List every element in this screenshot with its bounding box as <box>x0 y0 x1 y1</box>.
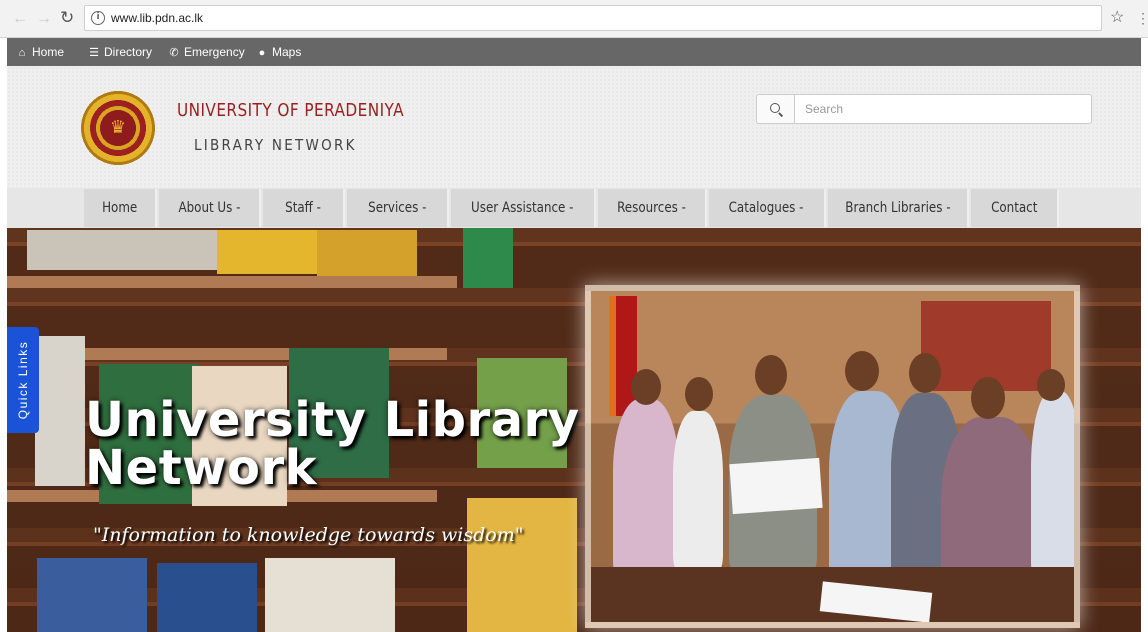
person-head <box>909 353 941 393</box>
hero-photo <box>585 285 1080 628</box>
directory-icon: ☰ <box>89 47 99 59</box>
shelf <box>7 276 457 288</box>
nav-staff-label: Staff - <box>285 200 321 216</box>
address-bar[interactable]: i www.lib.pdn.ac.lk <box>84 5 1102 31</box>
nav-catalogues-label: Catalogues - <box>729 200 804 216</box>
hero-title: University Library Network <box>85 396 580 492</box>
search-icon <box>770 103 780 113</box>
book-cover <box>467 498 577 632</box>
person-head <box>685 377 713 411</box>
person-head <box>631 369 661 405</box>
person-head <box>755 355 787 395</box>
university-name[interactable]: UNIVERSITY OF PERADENIYA <box>177 100 404 121</box>
site-header: ♛ UNIVERSITY OF PERADENIYA LIBRARY NETWO… <box>7 66 1141 188</box>
nav-user-assistance-label: User Assistance - <box>471 200 574 216</box>
browser-toolbar: ← → ↻ i www.lib.pdn.ac.lk ☆ ⋮ <box>0 0 1148 38</box>
nav-contact[interactable]: Contact <box>971 189 1059 227</box>
utility-emergency-link[interactable]: ✆ Emergency <box>167 43 245 61</box>
utility-home-label: Home <box>32 45 65 59</box>
library-network-subtitle: LIBRARY NETWORK <box>194 136 357 154</box>
nav-resources-label: Resources - <box>617 200 686 216</box>
nav-contact-label: Contact <box>990 200 1038 216</box>
nav-resources[interactable]: Resources - <box>598 189 707 227</box>
nav-about-us-label: About Us - <box>178 200 240 216</box>
search-button[interactable] <box>756 94 794 124</box>
book-cover <box>463 228 513 288</box>
hero-title-line1: University Library <box>85 392 580 448</box>
hero-tagline: "Information to knowledge towards wisdom… <box>93 524 524 546</box>
nav-services[interactable]: Services - <box>347 189 449 227</box>
back-arrow-icon[interactable]: ← <box>12 9 28 29</box>
url-text[interactable]: www.lib.pdn.ac.lk <box>111 11 203 25</box>
quick-links-tab[interactable]: Quick Links <box>7 327 39 433</box>
reload-icon[interactable]: ↻ <box>60 8 74 28</box>
hero-banner: University Library Network "Information … <box>7 228 1141 632</box>
nav-branch-libraries[interactable]: Branch Libraries - <box>828 189 969 227</box>
utility-home-link[interactable]: ⌂ Home <box>15 43 64 61</box>
book-cover <box>265 558 395 632</box>
home-icon: ⌂ <box>18 47 26 59</box>
person-head <box>971 377 1005 419</box>
book-cover <box>317 230 417 276</box>
main-nav: Home About Us - Staff - Services - User … <box>7 188 1141 228</box>
book-cover <box>35 336 85 486</box>
utility-directory-label: Directory <box>104 45 153 59</box>
book-cover <box>217 230 327 274</box>
nav-catalogues[interactable]: Catalogues - <box>709 189 826 227</box>
forward-arrow-icon[interactable]: → <box>36 9 52 29</box>
book-cover <box>157 563 257 632</box>
nav-user-assistance[interactable]: User Assistance - <box>451 189 596 227</box>
person <box>1031 391 1074 581</box>
utility-maps-link[interactable]: ● Maps <box>255 43 302 61</box>
nav-home[interactable]: Home <box>84 189 157 227</box>
utility-directory-link[interactable]: ☰ Directory <box>87 43 152 61</box>
lion-crest-icon: ♛ <box>109 117 127 138</box>
person-head <box>1037 369 1065 401</box>
info-icon[interactable]: i <box>91 11 105 25</box>
nav-services-label: Services - <box>367 200 427 216</box>
certificate-document <box>729 457 823 515</box>
person-head <box>845 351 879 391</box>
nav-staff[interactable]: Staff - <box>263 189 345 227</box>
nav-branch-libraries-label: Branch Libraries - <box>844 200 951 216</box>
utility-maps-label: Maps <box>272 45 302 59</box>
menu-dots-icon[interactable]: ⋮ <box>1136 9 1148 27</box>
person <box>613 399 679 579</box>
star-icon[interactable]: ☆ <box>1110 9 1124 27</box>
nav-about-us[interactable]: About Us - <box>159 189 261 227</box>
utility-emergency-label: Emergency <box>184 45 245 59</box>
quick-links-label: Quick Links <box>16 340 30 420</box>
nav-home-label: Home <box>101 200 138 216</box>
utility-bar: ⌂ Home ☰ Directory ✆ Emergency ● Maps <box>7 38 1141 66</box>
person <box>673 411 723 571</box>
phone-icon: ✆ <box>169 47 179 59</box>
university-logo[interactable]: ♛ <box>81 88 155 168</box>
flag-image <box>609 296 637 416</box>
book-cover <box>37 558 147 632</box>
map-marker-icon: ● <box>258 47 266 59</box>
hero-title-line2: Network <box>85 440 318 496</box>
book-cover <box>27 230 227 270</box>
search-input[interactable] <box>794 94 1092 124</box>
